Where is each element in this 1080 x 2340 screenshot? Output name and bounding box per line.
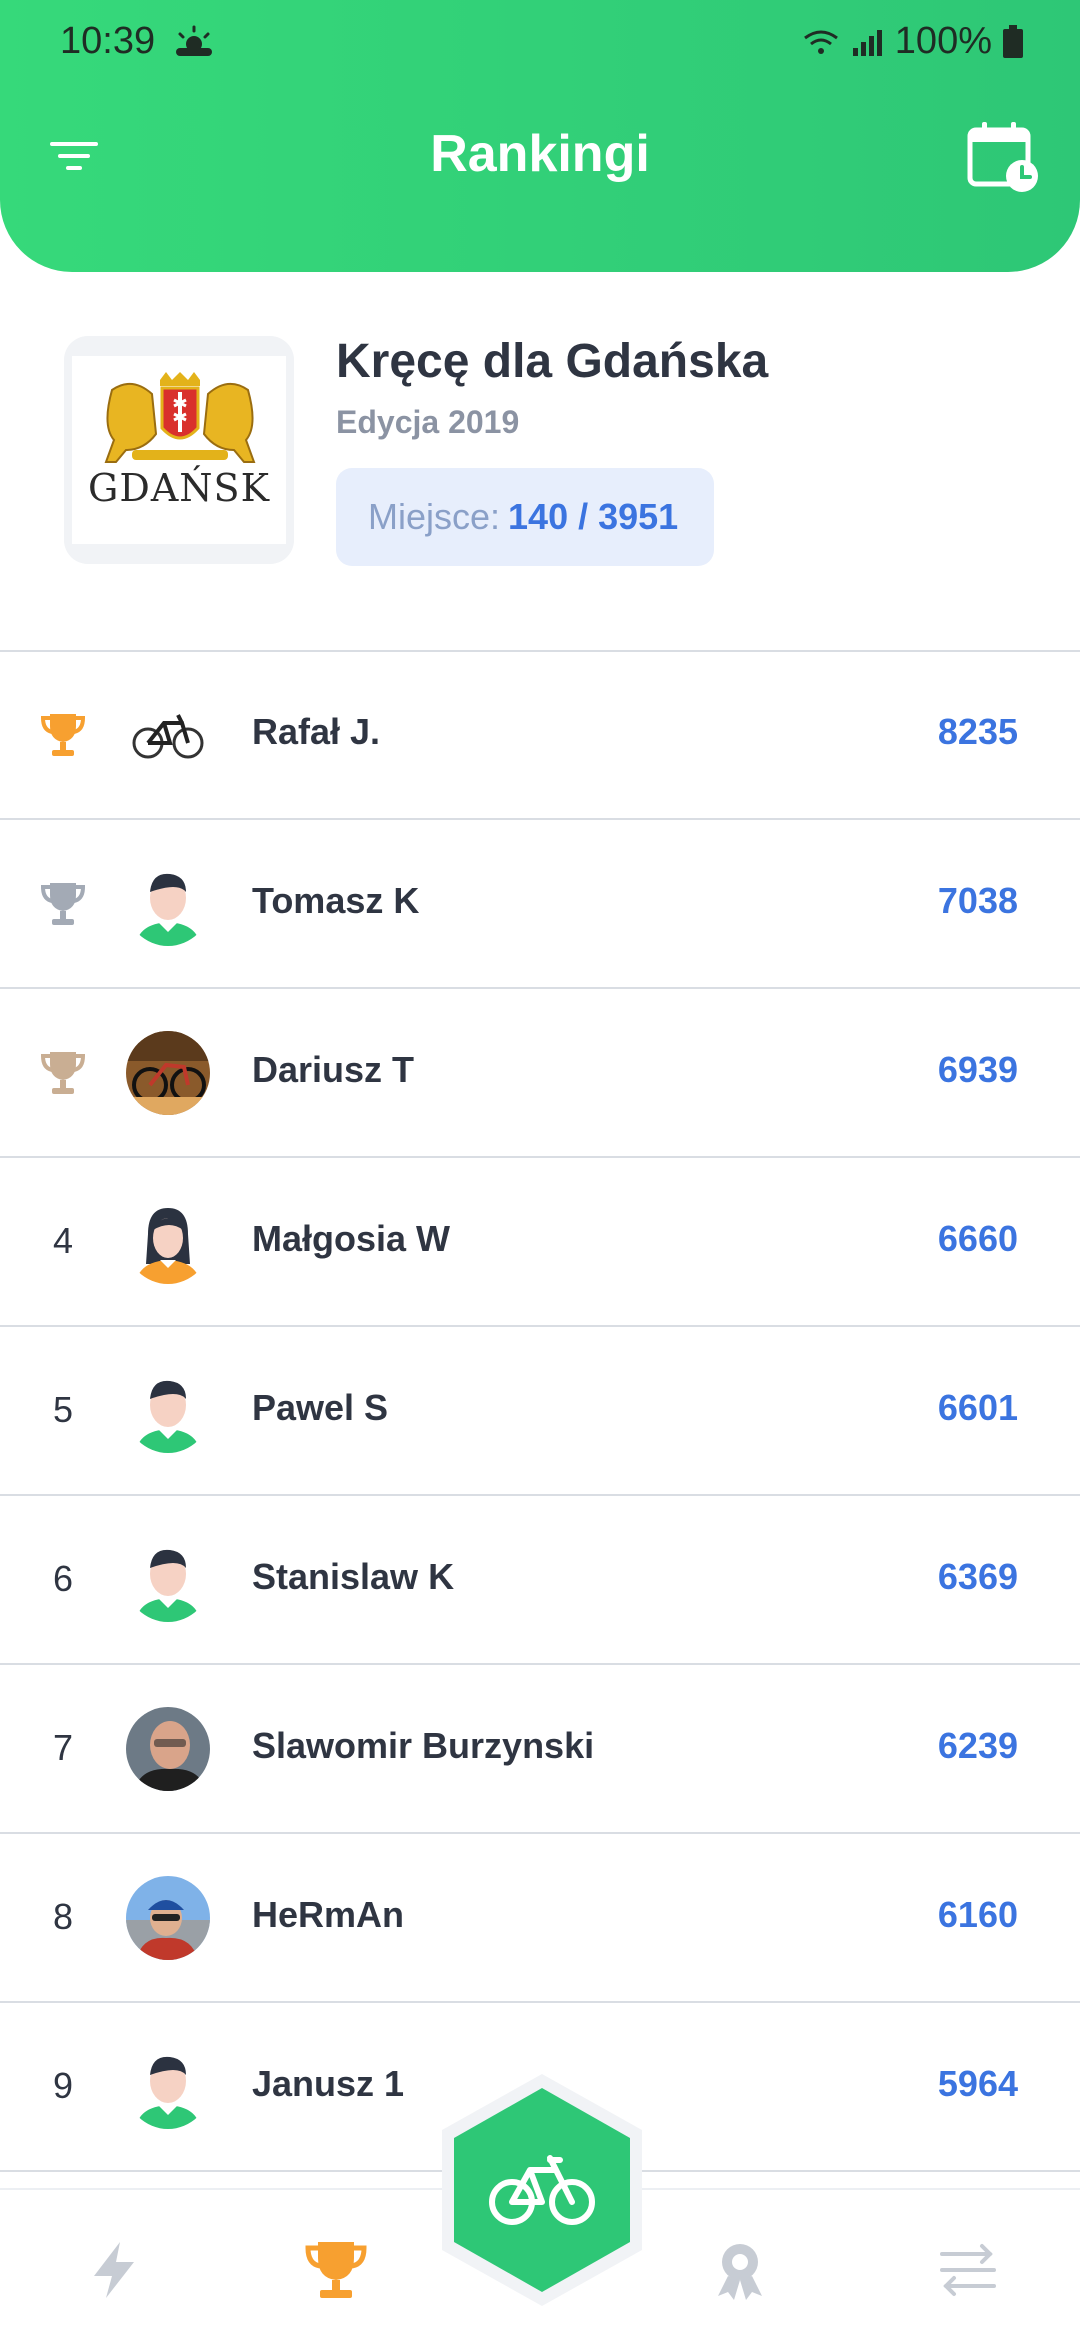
player-name: HeRmAn: [252, 1894, 405, 1935]
header-bar: 10:39 100% Rankingi: [0, 0, 1080, 272]
place-label: Miejsce:: [368, 496, 501, 537]
status-indicators: 100%: [801, 20, 1024, 63]
signal-icon: [852, 29, 882, 56]
player-name: Rafał J.: [252, 711, 381, 752]
player-score: 6160: [937, 1894, 1018, 1935]
medal-badge-icon[interactable]: [708, 2238, 772, 2302]
player-score: 6660: [937, 1218, 1018, 1259]
battery-icon: [1003, 24, 1023, 58]
ranking-row[interactable]: 7 Slawomir Burzynski 6239: [0, 1665, 1080, 1834]
ranking-row[interactable]: 6 Stanislaw K 6369: [0, 1496, 1080, 1665]
male-avatar: [126, 1538, 210, 1622]
rank-number: 4: [52, 1220, 74, 1261]
event-title: Kręcę dla Gdańska: [336, 335, 769, 388]
female-avatar: [126, 1200, 210, 1284]
ranking-row[interactable]: Rafał J. 8235: [0, 651, 1080, 820]
male-avatar: [126, 862, 210, 946]
rank-cell: [30, 870, 96, 936]
status-bar: 10:39 100%: [0, 0, 1080, 84]
gold-trophy-icon: [40, 714, 86, 756]
silver-trophy-icon: [40, 883, 86, 925]
status-time: 10:39: [60, 20, 156, 62]
ranking-row[interactable]: 4 Małgosia W 6660: [0, 1158, 1080, 1327]
ranking-row[interactable]: 5 Pawel S 6601: [0, 1327, 1080, 1496]
trophy-icon[interactable]: [304, 2238, 368, 2302]
player-name: Janusz 1: [252, 2063, 405, 2104]
ranking-list: Rafał J. 8235 Tomasz K 7038 Dariusz T 69…: [0, 651, 1080, 2172]
player-name: Małgosia W: [252, 1218, 451, 1259]
rank-number: 5: [52, 1389, 74, 1430]
place-badge: Miejsce: 140 / 3951: [336, 468, 714, 566]
player-score: 6239: [937, 1725, 1018, 1766]
page-title: Rankingi: [430, 125, 650, 183]
place-value: 140 / 3951: [508, 496, 679, 537]
bronze-trophy-icon: [40, 1052, 86, 1094]
player-score: 8235: [937, 711, 1018, 752]
ranking-row[interactable]: 8 HeRmAn 6160: [0, 1834, 1080, 2003]
rank-number: 7: [52, 1727, 74, 1768]
calendar-clock-icon[interactable]: [966, 120, 1040, 194]
start-ride-button[interactable]: [432, 2070, 652, 2310]
player-name: Stanislaw K: [252, 1556, 455, 1597]
event-logo: GDAŃSK: [64, 336, 294, 564]
photo-bike-avatar: [126, 1031, 210, 1115]
player-score: 5964: [937, 2063, 1018, 2104]
ranking-row[interactable]: Dariusz T 6939: [0, 989, 1080, 1158]
player-score: 6369: [937, 1556, 1018, 1597]
bike-avatar: [126, 693, 210, 777]
player-name: Pawel S: [252, 1387, 389, 1428]
wifi-icon: [803, 30, 838, 54]
gdansk-crest-icon: [104, 372, 256, 463]
player-name: Tomasz K: [252, 880, 420, 921]
event-edition: Edycja 2019: [336, 404, 520, 440]
male-avatar: [126, 1369, 210, 1453]
rank-cell: [30, 701, 96, 767]
lightning-icon[interactable]: [82, 2238, 146, 2302]
player-score: 7038: [937, 880, 1018, 921]
player-name: Slawomir Burzynski: [252, 1725, 595, 1766]
weather-sunny-icon: [176, 25, 212, 56]
ranking-row[interactable]: Tomasz K 7038: [0, 820, 1080, 989]
player-score: 6939: [937, 1049, 1018, 1090]
rank-number: 6: [52, 1558, 74, 1599]
player-score: 6601: [937, 1387, 1018, 1428]
photo-man-avatar: [126, 1707, 210, 1791]
rank-cell: [30, 1039, 96, 1105]
photo-cyclist-avatar: [126, 1876, 210, 1960]
event-logo-text: GDAŃSK: [88, 466, 270, 510]
battery-percentage: 100%: [894, 20, 992, 62]
rank-number: 8: [52, 1896, 74, 1937]
rank-number: 9: [52, 2065, 74, 2106]
player-name: Dariusz T: [252, 1049, 415, 1090]
transfer-arrows-icon[interactable]: [936, 2238, 1000, 2302]
male-avatar: [126, 2045, 210, 2129]
